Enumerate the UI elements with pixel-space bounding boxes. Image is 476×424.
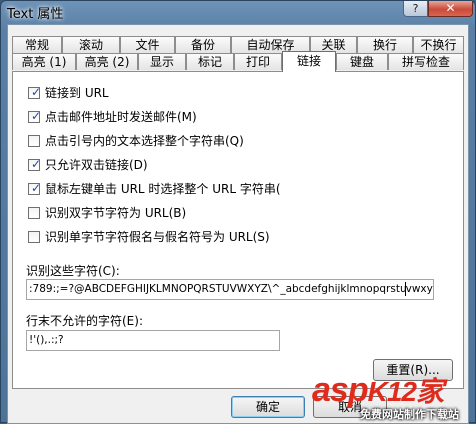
close-button[interactable]: ✕ — [428, 1, 473, 17]
tab-general[interactable]: 常规 — [12, 36, 62, 53]
reset-button[interactable]: 重置(R)... — [373, 359, 453, 381]
option-label: 点击引号内的文本选择整个字符串(Q) — [45, 134, 244, 148]
title-bar[interactable]: Text 属性 ? ✕ — [1, 1, 475, 23]
tab-highlight-1[interactable]: 高亮 (1) — [12, 53, 76, 70]
checkbox[interactable]: ✓ — [28, 181, 42, 195]
checkbox[interactable] — [28, 135, 40, 147]
tab-display[interactable]: 显示 — [138, 53, 186, 70]
check-icon: ✓ — [31, 157, 42, 171]
checkbox[interactable] — [28, 207, 40, 219]
option-label: 点击邮件地址时发送邮件(M) — [45, 110, 197, 124]
input-text: !'(),.:;? — [29, 334, 64, 346]
check-icon: ✓ — [31, 85, 42, 99]
ok-button[interactable]: 确定 — [231, 396, 305, 418]
tab-print[interactable]: 打印 — [234, 53, 282, 70]
window-title: Text 属性 — [7, 7, 64, 22]
recognize-chars-input[interactable]: :789:;=?@ABCDEFGHIJKLMNOPQRSTUVWXYZ\^_ab… — [26, 279, 434, 300]
checkbox[interactable]: ✓ — [28, 157, 42, 171]
checkbox[interactable] — [28, 231, 40, 243]
cancel-button[interactable]: 取消 — [313, 396, 387, 418]
tab-scroll[interactable]: 滚动 — [62, 36, 120, 53]
input-text: :789:;=?@ABCDEFGHIJKLMNOPQRSTUVWXYZ\^_ab… — [29, 283, 407, 295]
recognize-chars-label: 识别这些字符(C): — [26, 264, 120, 278]
tab-backup[interactable]: 备份 — [175, 36, 231, 53]
dialog-client: 常规 滚动 文件 备份 自动保存 关联 换行 不换行 高亮 (1) 高亮 (2)… — [7, 24, 469, 424]
option-label: 识别双字节字符为 URL(B) — [45, 206, 187, 220]
tab-spellcheck[interactable]: 拼写检查 — [388, 53, 464, 70]
dialog-window: Text 属性 ? ✕ 常规 滚动 文件 备份 自动保存 关联 换行 不换行 高… — [0, 0, 476, 424]
input-text-tail: vwxyz~ — [405, 283, 433, 295]
help-icon: ? — [412, 2, 419, 15]
tab-nowrap[interactable]: 不换行 — [413, 36, 464, 53]
tab-keyboard[interactable]: 键盘 — [336, 53, 388, 70]
line-end-chars-label: 行末不允许的字符(E): — [26, 314, 143, 328]
line-end-chars-input[interactable]: !'(),.:;? — [26, 330, 280, 351]
tab-highlight-2[interactable]: 高亮 (2) — [76, 53, 138, 70]
option-label: 链接到 URL — [45, 86, 109, 100]
tab-marks[interactable]: 标记 — [186, 53, 234, 70]
tab-links[interactable]: 链接 — [282, 51, 336, 72]
check-icon: ✓ — [31, 109, 42, 123]
help-button[interactable]: ? — [403, 1, 428, 17]
tab-file[interactable]: 文件 — [120, 36, 175, 53]
check-icon: ✓ — [31, 181, 42, 195]
option-label: 鼠标左键单击 URL 时选择整个 URL 字符串( — [45, 182, 281, 196]
checkbox[interactable]: ✓ — [28, 85, 42, 99]
option-label: 识别单字节字符假名与假名符号为 URL(S) — [45, 230, 270, 244]
close-icon: ✕ — [445, 1, 456, 15]
tab-wrap[interactable]: 换行 — [357, 36, 413, 53]
option-label: 只允许双击链接(D) — [45, 158, 148, 172]
links-panel: ✓ 链接到 URL ✓ 点击邮件地址时发送邮件(M) 点击引号内的文本选择整个字… — [12, 71, 464, 389]
checkbox[interactable]: ✓ — [28, 109, 42, 123]
